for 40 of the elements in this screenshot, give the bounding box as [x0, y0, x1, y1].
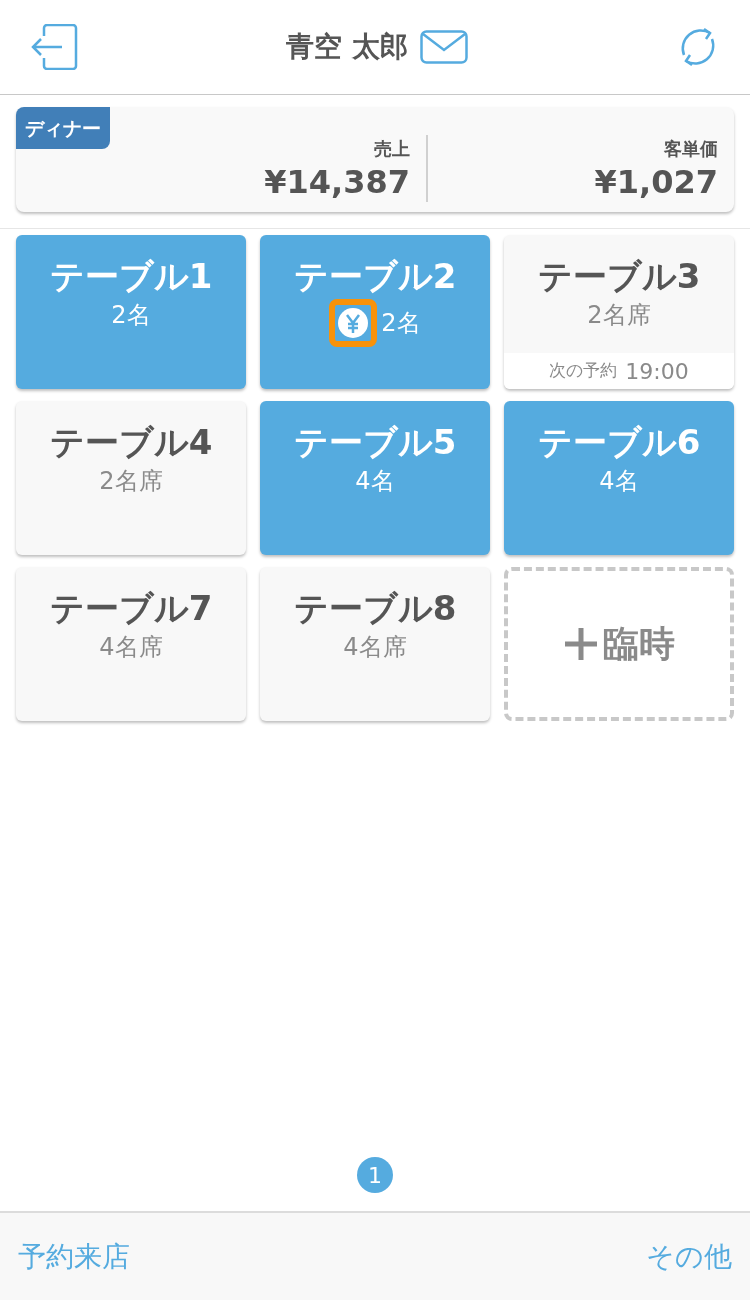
page-indicator[interactable]: 1 — [357, 1157, 393, 1193]
table-card[interactable]: テーブル1 2名 — [16, 235, 246, 389]
seat-count: 2名席 — [99, 466, 163, 497]
plus-icon — [563, 626, 599, 662]
seat-count: 4名席 — [99, 632, 163, 663]
mail-icon[interactable] — [419, 30, 468, 64]
seat-count: 4名 — [599, 466, 639, 497]
table-name: テーブル1 — [49, 255, 213, 297]
yen-icon — [337, 307, 370, 339]
metric-value: ¥14,387 — [264, 162, 410, 202]
user-name: 青空 太郎 — [286, 29, 408, 65]
table-name: テーブル7 — [49, 587, 213, 629]
add-table-button[interactable]: 臨時 — [504, 567, 734, 721]
shift-badge: ディナー — [16, 107, 110, 149]
other-button[interactable]: その他 — [646, 1235, 732, 1278]
table-name: テーブル4 — [49, 421, 213, 463]
table-card[interactable]: テーブル4 2名席 — [16, 401, 246, 555]
logout-icon — [30, 24, 78, 70]
seat-count: 2名 — [381, 308, 421, 339]
table-card[interactable]: テーブル5 4名 — [260, 401, 490, 555]
metric-label: 売上 — [374, 137, 410, 161]
table-name: テーブル5 — [293, 421, 457, 463]
seat-count: 2名席 — [587, 300, 651, 331]
table-card[interactable]: テーブル6 4名 — [504, 401, 734, 555]
next-reservation-time: 19:00 — [625, 357, 689, 386]
table-name: テーブル2 — [293, 255, 457, 297]
reservation-visit-button[interactable]: 予約来店 — [18, 1235, 130, 1278]
table-name: テーブル8 — [293, 587, 457, 629]
table-name: テーブル3 — [537, 255, 701, 297]
seat-count: 4名席 — [343, 632, 407, 663]
table-card[interactable]: テーブル7 4名席 — [16, 567, 246, 721]
metric-value: ¥1,027 — [594, 162, 718, 202]
table-card[interactable]: テーブル3 2名席 次の予約 19:00 — [504, 235, 734, 389]
seat-count: 2名 — [111, 300, 151, 331]
seat-count: 4名 — [355, 466, 395, 497]
table-card[interactable]: テーブル2 2名 — [260, 235, 490, 389]
table-card[interactable]: テーブル8 4名席 — [260, 567, 490, 721]
metric-label: 客単価 — [664, 137, 718, 161]
next-reservation-label: 次の予約 — [549, 359, 618, 383]
table-name: テーブル6 — [537, 421, 701, 463]
